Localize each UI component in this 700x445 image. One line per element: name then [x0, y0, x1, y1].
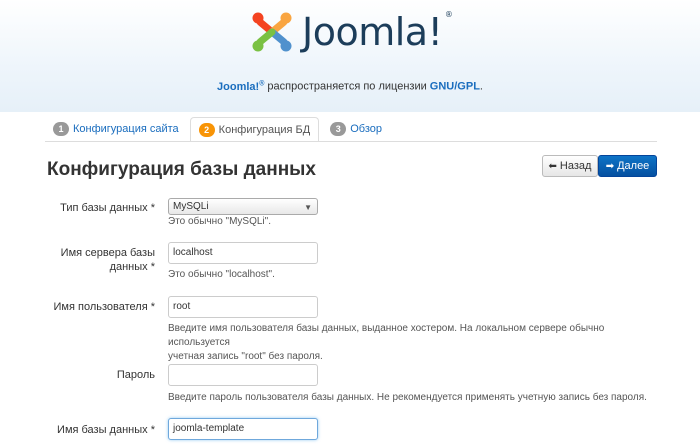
host-help: Это обычно "localhost".: [168, 269, 275, 280]
db-type-label: Тип базы данных *: [60, 202, 155, 214]
host-input[interactable]: localhost: [168, 242, 318, 264]
next-button[interactable]: ➡ Далее: [598, 155, 657, 177]
arrow-left-icon: ⬅: [548, 160, 557, 172]
gnu-gpl-link[interactable]: GNU/GPL: [430, 81, 480, 93]
user-label: Имя пользователя *: [53, 301, 155, 313]
user-help: Введите имя пользователя базы данных, вы…: [168, 323, 605, 362]
tab-db-config[interactable]: 2 Конфигурация БД: [189, 117, 320, 142]
db-type-value: MySQLi: [173, 201, 209, 212]
step-badge: 1: [53, 122, 69, 136]
install-steps-tabs: 1 Конфигурация сайта 2 Конфигурация БД 3…: [45, 117, 393, 142]
joomla-logo-icon: [252, 12, 292, 52]
joomla-logo[interactable]: Joomla! ®: [248, 8, 453, 56]
password-label: Пароль: [116, 369, 155, 381]
tab-overview[interactable]: 3 Обзор: [322, 117, 390, 141]
db-name-label: Имя базы данных *: [57, 424, 155, 436]
next-button-label: Далее: [617, 160, 650, 172]
db-type-select[interactable]: MySQLi ▼: [168, 198, 318, 215]
chevron-down-icon: ▼: [304, 203, 312, 212]
tab-label: Обзор: [350, 123, 382, 135]
step-badge: 2: [198, 122, 215, 137]
host-label: Имя сервера базы данных *: [60, 247, 155, 273]
logo-text: Joomla! ®: [302, 10, 453, 54]
tab-site-config[interactable]: 1 Конфигурация сайта: [45, 117, 187, 141]
step-badge: 3: [330, 122, 347, 136]
user-input[interactable]: root: [168, 296, 318, 318]
license-notice: Joomla!® распространяется по лицензии GN…: [217, 80, 483, 93]
back-button[interactable]: ⬅ Назад: [542, 155, 598, 177]
joomla-link[interactable]: Joomla!®: [217, 80, 264, 93]
password-help: Введите пароль пользователя базы данных.…: [168, 392, 647, 403]
tab-label: Конфигурация БД: [218, 123, 311, 136]
arrow-right-icon: ➡: [605, 160, 615, 172]
page-title: Конфигурация базы данных: [47, 159, 316, 180]
password-input[interactable]: [168, 364, 318, 386]
header: Joomla! ® Joomla!® распространяется по ли…: [0, 0, 700, 112]
back-button-label: Назад: [559, 160, 592, 172]
db-name-input[interactable]: joomla-template: [168, 418, 318, 440]
tab-divider: [45, 141, 657, 142]
tab-label: Конфигурация сайта: [73, 123, 179, 135]
db-type-help: Это обычно "MySQLi".: [168, 216, 271, 227]
